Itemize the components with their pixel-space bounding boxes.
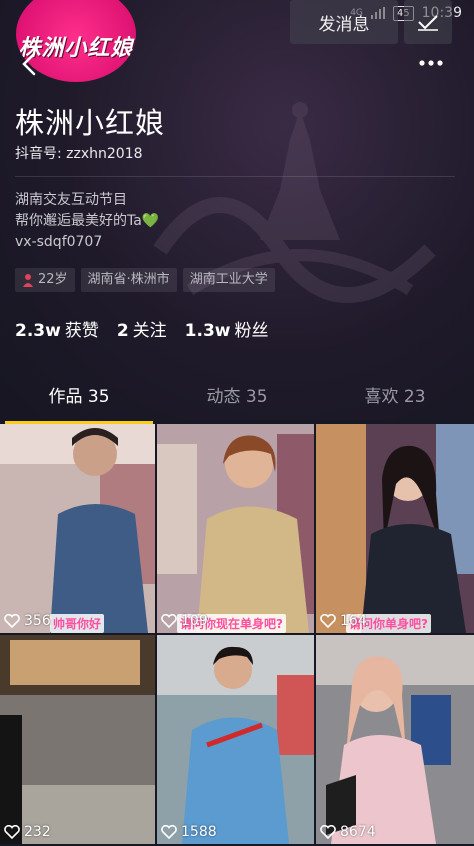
- video-thumbnail-image: [157, 424, 314, 633]
- stat-following[interactable]: 2 关注: [117, 316, 167, 341]
- tag-school: 湖南工业大学: [182, 268, 275, 292]
- heart-icon: [320, 614, 336, 628]
- bio-line: 帮你邂逅最美好的Ta💚: [15, 213, 160, 229]
- stat-following-value: 2: [116, 321, 129, 341]
- tag-age: 22岁: [15, 268, 75, 292]
- video-thumbnail[interactable]: 8674: [316, 635, 474, 844]
- tab-works[interactable]: 作品 35: [0, 370, 158, 424]
- profile-bio: 湖南交友互动节目 帮你邂逅最美好的Ta💚 vx-sdqf0707: [15, 190, 159, 253]
- video-thumbnail-image: [0, 635, 155, 844]
- heart-icon: [320, 825, 336, 839]
- send-message-button[interactable]: 发消息: [290, 0, 398, 44]
- heart-icon: [4, 825, 20, 839]
- stat-following-label: 关注: [132, 321, 167, 341]
- video-thumbnail[interactable]: 1588: [157, 635, 314, 844]
- video-likes-count: 232: [24, 824, 51, 840]
- tag-location-label: 湖南省·株洲市: [87, 272, 170, 287]
- video-likes-count: 1588: [181, 824, 217, 840]
- person-icon: [23, 274, 33, 287]
- more-dots-icon[interactable]: [418, 55, 444, 71]
- stat-followers-label: 粉丝: [234, 321, 269, 341]
- stat-followers-value: 1.3w: [184, 321, 231, 341]
- video-likes-count: 8674: [340, 824, 376, 840]
- video-thumbnail[interactable]: 帅哥你好 356: [0, 424, 155, 633]
- profile-stats: 2.3w 获赞 2 关注 1.3w 粉丝: [15, 316, 269, 341]
- video-thumbnail[interactable]: 请问你现在单身吧? 109: [157, 424, 314, 633]
- video-likes: 164: [320, 613, 367, 629]
- bio-line: vx-sdqf0707: [15, 234, 103, 250]
- video-thumbnail[interactable]: 请问你单身吧? 164: [316, 424, 474, 633]
- send-message-label: 发消息: [318, 14, 370, 35]
- divider: [15, 176, 455, 177]
- content-tabs: 作品 35 动态 35 喜欢 23: [0, 370, 474, 424]
- stat-followers[interactable]: 1.3w 粉丝: [185, 316, 269, 341]
- heart-icon: [4, 614, 20, 628]
- video-likes-count: 109: [181, 613, 208, 629]
- video-thumbnail-image: [316, 635, 474, 844]
- video-likes-count: 356: [24, 613, 51, 629]
- tab-activity[interactable]: 动态 35: [158, 370, 316, 424]
- video-caption: 帅哥你好: [50, 614, 105, 633]
- tag-age-label: 22岁: [38, 272, 68, 287]
- tab-liked[interactable]: 喜欢 23: [316, 370, 474, 424]
- video-likes: 109: [161, 613, 208, 629]
- stat-likes[interactable]: 2.3w 获赞: [15, 316, 99, 341]
- tag-school-label: 湖南工业大学: [189, 272, 268, 287]
- video-likes-count: 164: [340, 613, 367, 629]
- video-grid: 帅哥你好 356 请问你现在单身吧? 109 请问你单身吧? 164 232 1…: [0, 424, 474, 846]
- heart-icon: [161, 825, 177, 839]
- back-arrow-icon[interactable]: [18, 50, 42, 78]
- stat-likes-label: 获赞: [64, 321, 99, 341]
- video-thumbnail-image: [316, 424, 474, 633]
- profile-tags: 22岁 湖南省·株洲市 湖南工业大学: [15, 268, 275, 292]
- video-likes: 232: [4, 824, 51, 840]
- video-thumbnail-image: [157, 635, 314, 844]
- tag-location: 湖南省·株洲市: [80, 268, 177, 292]
- account-id: 抖音号: zzxhn2018: [15, 146, 143, 162]
- profile-name: 株洲小红娘: [15, 106, 166, 140]
- video-likes: 8674: [320, 824, 376, 840]
- follow-check-icon: [418, 15, 438, 31]
- followed-button[interactable]: [404, 0, 452, 44]
- video-thumbnail[interactable]: 232: [0, 635, 155, 844]
- video-thumbnail-image: [0, 424, 155, 633]
- video-likes: 356: [4, 613, 51, 629]
- heart-icon: [161, 614, 177, 628]
- stat-likes-value: 2.3w: [15, 321, 61, 341]
- bio-line: 湖南交友互动节目: [15, 192, 127, 208]
- video-likes: 1588: [161, 824, 217, 840]
